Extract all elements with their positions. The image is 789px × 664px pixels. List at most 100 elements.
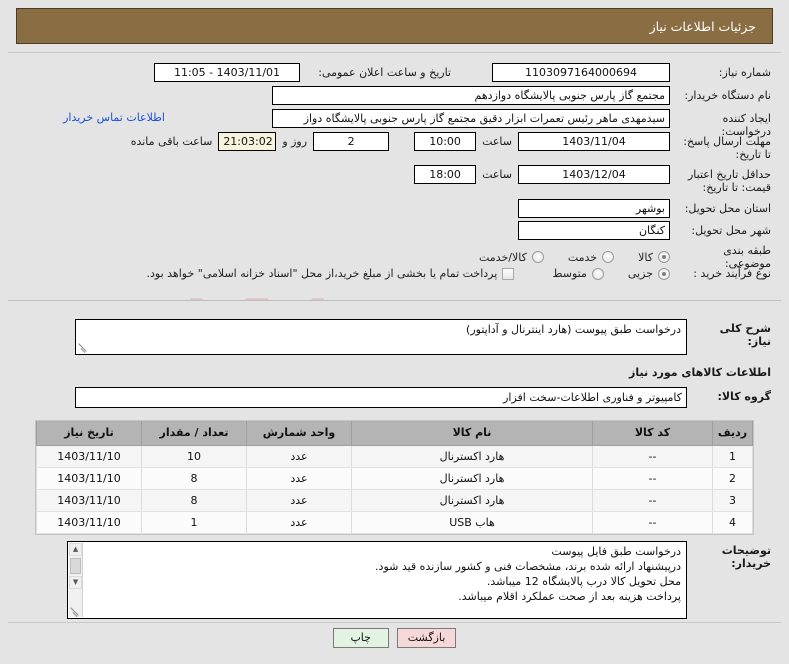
province-row: استان محل تحویل: بوشهر [518,199,771,218]
goods-section-title-row: اطلاعات کالاهای مورد نیاز [571,363,771,379]
cell-code: -- [592,489,713,512]
process-label: نوع فرآیند خرید : [693,267,771,280]
announce-date-value: 11:05 - 1403/11/01 [154,63,300,82]
category-option-kala-khedmat[interactable]: کالا/خدمت [479,251,544,264]
cell-code: -- [592,467,713,490]
category-radio-kala-icon[interactable] [658,251,670,263]
category-option-khedmat[interactable]: خدمت [567,250,615,264]
buyer-note-line-3: محل تحویل کالا درب پالایشگاه 12 میباشد. [486,575,681,588]
buyer-note-line-2: درپیشنهاد ارائه شده برند، مشخصات فنی و ک… [375,560,681,573]
cell-date: 1403/11/10 [36,467,142,490]
cell-index: 2 [712,467,753,490]
table-row[interactable]: 3 -- هارد اکسترنال عدد 8 1403/11/10 [36,489,753,512]
buyer-org-value: مجتمع گاز پارس جنوبی پالایشگاه دوازدهم [272,86,670,105]
cell-date: 1403/11/10 [36,489,142,512]
need-number-label: شماره نیاز: [718,66,771,79]
process-option-motevaset[interactable]: متوسط [552,267,604,280]
cell-unit: عدد [246,445,352,468]
resize-grip-icon[interactable] [77,342,88,353]
buyer-contact-link[interactable]: اطلاعات تماس خریدار [63,111,165,124]
col-date: تاریخ نیاز [36,421,142,446]
category-option-khedmat-label: خدمت [567,250,598,264]
buyer-notes-label: توضیحات خریدار: [721,544,771,570]
category-radio-khedmat-icon[interactable] [602,251,615,263]
need-number-row: شماره نیاز: 1103097164000694 [492,63,771,82]
category-radio-kala-khedmat-icon[interactable] [531,251,544,263]
summary-textarea[interactable]: درخواست طبق پیوست (هارد اینترنال و آداپت… [75,319,687,355]
treasury-checkbox-label: پرداخت تمام یا بخشی از مبلغ خرید،از محل … [146,267,498,280]
cell-qty: 10 [141,445,247,468]
buyer-notes-textarea[interactable]: درخواست طبق فایل پیوست درپیشنهاد ارائه ش… [67,541,687,619]
treasury-checkbox-group[interactable]: پرداخت تمام یا بخشی از مبلغ خرید،از محل … [147,267,515,280]
need-info-panel: شماره نیاز: 1103097164000694 تاریخ و ساع… [8,52,781,298]
print-button[interactable]: چاپ [332,628,389,648]
treasury-checkbox-icon[interactable] [502,267,515,280]
process-radio-jozii-icon[interactable] [658,267,670,280]
page-title: جزئیات اطلاعات نیاز [16,8,773,44]
cell-date: 1403/11/10 [36,511,142,534]
buyer-note-line-4: پرداخت هزینه بعد از صحت عملکرد اقلام میب… [458,590,681,603]
time-remaining-suffix: ساعت باقی مانده [130,135,213,148]
cell-qty: 8 [141,489,247,512]
price-validity-date-value: 1403/12/04 [518,165,670,184]
product-group-label: گروه کالا: [717,390,771,403]
back-button[interactable]: بازگشت [396,628,457,648]
product-group-row: گروه کالا: کامپیوتر و فناوری اطلاعات-سخت… [75,387,771,408]
col-unit: واحد شمارش [246,421,352,446]
category-option-kala-label: کالا [638,250,653,264]
summary-label: شرح کلی نیاز: [719,322,771,348]
cell-unit: عدد [246,511,352,534]
announce-date-row: تاریخ و ساعت اعلان عمومی: 11:05 - 1403/1… [154,63,451,82]
col-index: ردیف [712,421,753,446]
table-row[interactable]: 1 -- هارد اکسترنال عدد 10 1403/11/10 [36,445,753,468]
cell-index: 4 [712,511,753,534]
footer-buttons: بازگشت چاپ [0,628,789,648]
cell-unit: عدد [246,489,352,512]
cell-index: 1 [712,445,753,468]
process-radio-motevaset-icon[interactable] [591,267,604,280]
buyer-note-line-1: درخواست طبق فایل پیوست [551,545,681,558]
cell-name: هارد اکسترنال [351,445,593,468]
scroll-down-icon[interactable]: ▼ [69,576,82,589]
buyer-notes-row: توضیحات خریدار: درخواست طبق فایل پیوست د… [67,541,771,619]
announce-date-label: تاریخ و ساعت اعلان عمومی: [318,66,451,79]
price-validity-label: حداقل تاریخ اعتبار قیمت: تا تاریخ: [687,168,771,194]
page-title-label: جزئیات اطلاعات نیاز [649,18,756,34]
col-name: نام کالا [351,421,593,446]
col-code: کد کالا [592,421,713,446]
scroll-thumb[interactable] [70,558,81,574]
footer-divider [8,622,781,623]
price-validity-hour-value: 18:00 [414,165,477,184]
need-number-value: 1103097164000694 [492,63,670,82]
deadline-label: مهلت ارسال پاسخ: تا تاریخ: [683,135,771,161]
table-header-row: ردیف کد کالا نام کالا واحد شمارش تعداد /… [36,421,753,446]
deadline-row: مهلت ارسال پاسخ: تا تاریخ: 1403/11/04 سا… [131,132,771,161]
days-remaining-value: 2 [313,132,390,151]
price-validity-row: حداقل تاریخ اعتبار قیمت: تا تاریخ: 1403/… [414,165,771,194]
cell-name: هارد اکسترنال [351,489,593,512]
table-row[interactable]: 2 -- هارد اکسترنال عدد 8 1403/11/10 [36,467,753,490]
table-row[interactable]: 4 -- هاب USB عدد 1 1403/11/10 [36,511,753,534]
cell-date: 1403/11/10 [36,445,142,468]
process-option-jozii[interactable]: جزیی [628,267,670,280]
buyer-org-label: نام دستگاه خریدار: [684,89,771,102]
cell-code: -- [592,511,713,534]
scroll-up-icon[interactable]: ▲ [69,543,82,556]
product-group-value: کامپیوتر و فناوری اطلاعات-سخت افزار [75,387,687,408]
buyer-org-row: نام دستگاه خریدار: مجتمع گاز پارس جنوبی … [272,86,771,105]
deadline-date-value: 1403/11/04 [518,132,670,151]
notes-resize-grip-icon[interactable] [69,606,80,617]
days-unit-label: روز و [282,135,308,148]
countdown-timer: 21:03:02 [218,132,277,151]
cell-unit: عدد [246,467,352,490]
province-label: استان محل تحویل: [684,202,771,215]
cell-name: هارد اکسترنال [351,467,593,490]
category-option-kala-khedmat-label: کالا/خدمت [479,250,527,264]
category-option-kala[interactable]: کالا [638,251,670,264]
province-value: بوشهر [518,199,670,218]
cell-index: 3 [712,489,753,512]
city-value: کنگان [518,221,670,240]
process-option-motevaset-label: متوسط [552,267,587,280]
process-option-jozii-label: جزیی [627,267,653,280]
summary-text: درخواست طبق پیوست (هارد اینترنال و آداپت… [466,323,681,336]
